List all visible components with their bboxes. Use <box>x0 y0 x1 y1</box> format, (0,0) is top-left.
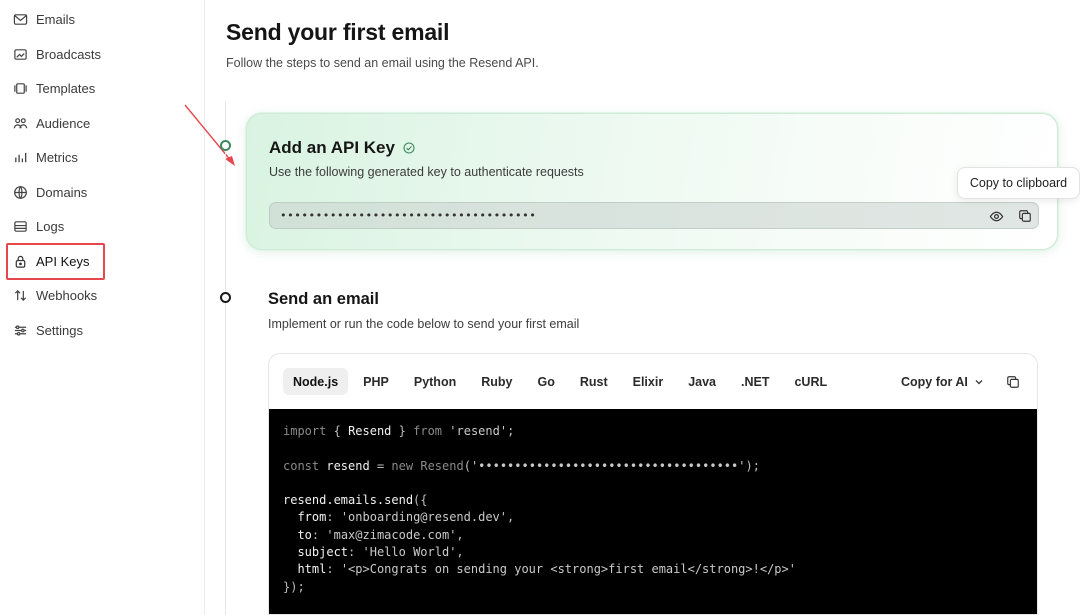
sidebar-item-label: Metrics <box>36 149 78 165</box>
code-token: new <box>391 458 414 473</box>
copy-for-ai-label: Copy for AI <box>901 374 968 389</box>
copy-code-icon[interactable] <box>1005 374 1021 390</box>
sidebar-item-webhooks[interactable]: Webhooks <box>8 280 198 310</box>
code-token: Resend <box>348 424 392 438</box>
api-key-title-text: Add an API Key <box>269 138 395 157</box>
code-card: Node.js PHP Python Ruby Go Rust Elixir J… <box>268 353 1038 615</box>
code-token: }); <box>283 579 305 594</box>
code-token: to <box>297 527 312 542</box>
code-token: 'onboarding@resend.dev' <box>340 510 507 525</box>
chevron-down-icon <box>975 379 983 384</box>
copy-tooltip: Copy to clipboard <box>957 167 1080 199</box>
sidebar-item-emails[interactable]: Emails <box>8 4 198 34</box>
tab-java[interactable]: Java <box>678 368 726 395</box>
code-token: from <box>413 424 443 438</box>
code-token: '<p>Congrats on sending your <strong>fir… <box>340 562 796 577</box>
sidebar-item-label: Broadcasts <box>36 46 102 62</box>
send-email-description: Implement or run the code below to send … <box>268 317 580 331</box>
sidebar-item-audience[interactable]: Audience <box>8 108 198 138</box>
sidebar-item-label: Templates <box>36 80 96 96</box>
tab-php[interactable]: PHP <box>353 368 399 395</box>
sidebar-item-label: Settings <box>36 322 83 338</box>
code-token: subject <box>297 545 349 560</box>
sidebar-item-label: API Keys <box>36 253 90 269</box>
sidebar-item-label: Domains <box>36 184 88 200</box>
sidebar-item-metrics[interactable]: Metrics <box>8 142 198 172</box>
globe-icon <box>13 185 28 200</box>
code-token: '••••••••••••••••••••••••••••••••••••' <box>470 458 746 473</box>
timeline-line <box>225 102 226 615</box>
api-key-value: •••••••••••••••••••••••••••••••••••• <box>280 209 537 222</box>
page-subtitle: Follow the steps to send an email using … <box>226 56 539 70</box>
broadcast-icon <box>13 47 28 62</box>
tab-nodejs[interactable]: Node.js <box>283 368 349 395</box>
sidebar-item-settings[interactable]: Settings <box>8 315 198 345</box>
bar-chart-icon <box>13 150 28 165</box>
code-token: html <box>297 562 327 577</box>
tab-curl[interactable]: cURL <box>784 368 837 395</box>
tab-python[interactable]: Python <box>404 368 466 395</box>
mail-icon <box>13 12 28 27</box>
sidebar-item-label: Audience <box>36 115 91 131</box>
copy-icon[interactable] <box>1017 208 1033 224</box>
sidebar-item-templates[interactable]: Templates <box>8 73 198 103</box>
api-key-field[interactable]: •••••••••••••••••••••••••••••••••••• <box>269 202 1039 229</box>
sidebar-item-logs[interactable]: Logs <box>8 211 198 241</box>
code-token: 'Hello World' <box>362 545 457 560</box>
copy-for-ai-button[interactable]: Copy for AI <box>901 368 984 395</box>
tab-go[interactable]: Go <box>527 368 564 395</box>
api-key-card: Add an API Key Use the following generat… <box>246 113 1058 250</box>
tab-elixir[interactable]: Elixir <box>623 368 674 395</box>
api-key-title: Add an API Key <box>269 138 415 158</box>
settings-icon <box>13 323 28 338</box>
sidebar-item-domains[interactable]: Domains <box>8 177 198 207</box>
code-token: import <box>283 424 327 438</box>
sidebar-item-api-keys[interactable]: API Keys <box>8 246 198 276</box>
step-indicator-1 <box>220 140 231 151</box>
code-token: from <box>297 510 327 525</box>
logs-icon <box>13 219 28 234</box>
sidebar-item-label: Logs <box>36 218 65 234</box>
sidebar-item-label: Emails <box>36 11 76 27</box>
lock-icon <box>13 254 28 269</box>
step-indicator-2 <box>220 292 231 303</box>
tab-rust[interactable]: Rust <box>570 368 618 395</box>
main-content: Send your first email Follow the steps t… <box>206 0 1080 615</box>
send-email-title: Send an email <box>268 290 379 308</box>
code-token: resend.emails.send <box>283 493 414 508</box>
webhook-icon <box>13 288 28 303</box>
code-token: const <box>283 458 320 473</box>
page-title: Send your first email <box>226 19 450 45</box>
code-token: resend <box>326 458 370 473</box>
tab-ruby[interactable]: Ruby <box>471 368 522 395</box>
code-token: 'resend' <box>449 424 508 438</box>
users-icon <box>13 116 28 131</box>
tab-dotnet[interactable]: .NET <box>731 368 779 395</box>
sidebar: Emails Broadcasts Templates Audience Met… <box>0 0 205 615</box>
templates-icon <box>13 81 28 96</box>
code-block: import { Resend } from 'resend'; const r… <box>269 409 1037 614</box>
code-token: 'max@zimacode.com' <box>326 527 457 542</box>
eye-icon[interactable] <box>988 208 1004 224</box>
code-token: Resend <box>420 458 464 473</box>
sidebar-item-label: Webhooks <box>36 287 98 303</box>
sidebar-item-broadcasts[interactable]: Broadcasts <box>8 39 198 69</box>
check-circle-icon <box>403 142 415 154</box>
api-key-description: Use the following generated key to authe… <box>269 165 584 179</box>
